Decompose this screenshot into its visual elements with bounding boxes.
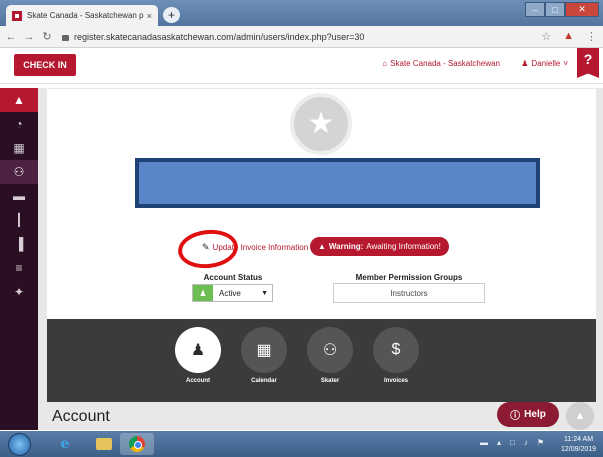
bar-chart-icon: ▐ [14,237,24,251]
scroll-to-top-button[interactable]: ▲ [566,402,594,430]
warning-badge: ▲ Warning: Awaiting Information! [310,237,449,256]
sliders-icon: ≡ [15,261,23,275]
users-icon: ⚇ [13,165,25,179]
clock-date: 12/09/2019 [561,446,597,453]
warning-triangle-icon: ▲ [318,242,326,251]
sidebar-item-messages[interactable]: ▬ [0,184,38,208]
invoice-icon: $ [373,327,419,373]
chevron-up-icon: ▲ [574,410,586,422]
browser-menu-icon[interactable]: ⋮ [586,30,597,43]
org-home-link[interactable]: ⌂ Skate Canada - Saskatchewan [382,59,500,68]
tab-calendar-label: Calendar [251,378,277,384]
tab-invoices-label: Invoices [383,378,408,384]
section-heading: Account [52,408,110,425]
chevron-down-icon: ˅ [563,59,568,68]
profile-tabs-bar: ♟ Account ▦ Calendar ⚇ Skater $ Invoices [47,319,596,402]
account-status-value: Active [219,288,241,298]
tab-account[interactable]: ♟ Account [173,327,223,384]
sidebar-item-alerts[interactable]: ▲ [0,88,38,112]
system-tray: ▬ ▴ □ ♪ ⚑ [480,438,544,447]
screen: Skate Canada - Saskatchewan p × + – □ ✕ … [0,0,603,457]
barcode-icon: ┃ [15,213,23,227]
account-icon: ♟ [175,327,221,373]
warning-icon: ▲ [13,93,25,107]
system-clock[interactable]: 11:24 AM 12/09/2019 [561,435,596,455]
user-name: Danielle [531,59,561,68]
tab-skater-label: Skater [320,378,340,384]
magic-icon: ✦ [13,285,25,299]
tab-invoices[interactable]: $ Invoices [371,327,421,384]
user-icon: ♟ [521,59,529,68]
account-status-select[interactable]: ♟ Active ▼ [192,284,273,302]
tab-account-label: Account [186,378,210,384]
permission-groups-label: Member Permission Groups [355,273,463,282]
url-field[interactable]: register.skatecanadasaskatchewan.com/adm… [62,32,364,42]
window-controls: – □ ✕ [525,2,599,17]
tab-skater[interactable]: ⚇ Skater [305,327,355,384]
browser-tabstrip: Skate Canada - Saskatchewan p × + – □ ✕ [0,0,603,26]
minimize-button[interactable]: – [525,2,545,17]
close-tab-icon[interactable]: × [147,11,152,21]
forward-icon[interactable]: → [22,31,36,43]
sidebar-item-users[interactable]: ⚇ [0,160,38,184]
sidebar-item-barcode[interactable]: ┃ [0,208,38,232]
user-menu[interactable]: ♟ Danielle ˅ [521,59,568,68]
bookmark-star-icon[interactable]: ☆ [541,30,551,43]
sidebar-item-calculator[interactable]: ▦ [0,136,38,160]
tab-calendar[interactable]: ▦ Calendar [239,327,289,384]
star-icon: ★ [307,107,335,140]
lock-icon [62,34,69,41]
back-icon[interactable]: ← [4,31,18,43]
sidebar-item-reports[interactable]: ▐ [0,232,38,256]
skater-icon: ⚇ [307,327,353,373]
avatar[interactable]: ★ [290,93,352,155]
browser-tab-title: Skate Canada - Saskatchewan p [27,11,144,20]
address-bar: ← → ↻ register.skatecanadasaskatchewan.c… [0,26,603,48]
site-favicon-icon [12,10,22,21]
calendar-icon: ▦ [241,327,287,373]
chat-icon: ▬ [13,189,25,203]
start-button[interactable] [8,433,31,456]
home-icon: ⌂ [382,59,388,68]
dashboard-icon: ◔ [15,117,23,131]
warning-label: Warning: [328,242,364,251]
sidebar-item-dashboard[interactable]: ◔ [0,112,38,136]
account-status-label: Account Status [203,273,263,282]
volume-icon[interactable]: ♪ [524,438,528,447]
caret-down-icon: ▼ [261,289,268,297]
tray-arrow-icon[interactable]: ▴ [497,438,501,447]
app-header: CHECK IN ⌂ Skate Canada - Saskatchewan ♟… [0,48,603,84]
question-circle-icon: ⓘ [510,411,521,422]
sidebar: ▲ ◔ ▦ ⚇ ▬ ┃ ▐ ≡ ✦ [0,88,38,430]
redacted-name-block [135,158,540,208]
permission-groups-field[interactable]: Instructors [333,283,485,303]
chrome-icon[interactable] [120,433,154,455]
extension-icon[interactable]: ▲ [563,30,574,43]
maximize-button[interactable]: □ [545,2,565,17]
keyboard-icon[interactable]: ▬ [480,438,488,447]
file-explorer-icon[interactable] [87,433,121,455]
org-link-label: Skate Canada - Saskatchewan [390,59,500,68]
warning-text: Awaiting Information! [366,242,441,251]
sidebar-item-tools[interactable]: ✦ [0,280,38,304]
user-check-icon: ♟ [193,285,213,301]
help-tag-button[interactable]: ? [577,48,599,78]
browser-tab[interactable]: Skate Canada - Saskatchewan p × [6,5,158,26]
windows-taskbar: e ▬ ▴ □ ♪ ⚑ 11:24 AM 12/09/2019 [0,431,603,457]
help-button-label: Help [524,409,546,420]
help-button[interactable]: ⓘ Help [497,402,559,427]
flag-icon[interactable]: ⚑ [537,438,544,447]
new-tab-button[interactable]: + [163,7,180,23]
reload-icon[interactable]: ↻ [40,30,54,43]
sidebar-item-settings[interactable]: ≡ [0,256,38,280]
calculator-icon: ▦ [13,141,25,155]
address-actions: ☆ ▲ ⋮ [541,30,597,43]
close-window-button[interactable]: ✕ [565,2,599,17]
internet-explorer-icon[interactable]: e [48,433,82,455]
url-text: register.skatecanadasaskatchewan.com/adm… [74,31,365,42]
check-in-button[interactable]: CHECK IN [14,54,76,76]
permission-group-tag: Instructors [390,288,428,298]
clock-time: 11:24 AM [563,436,594,443]
network-icon[interactable]: □ [510,438,515,447]
